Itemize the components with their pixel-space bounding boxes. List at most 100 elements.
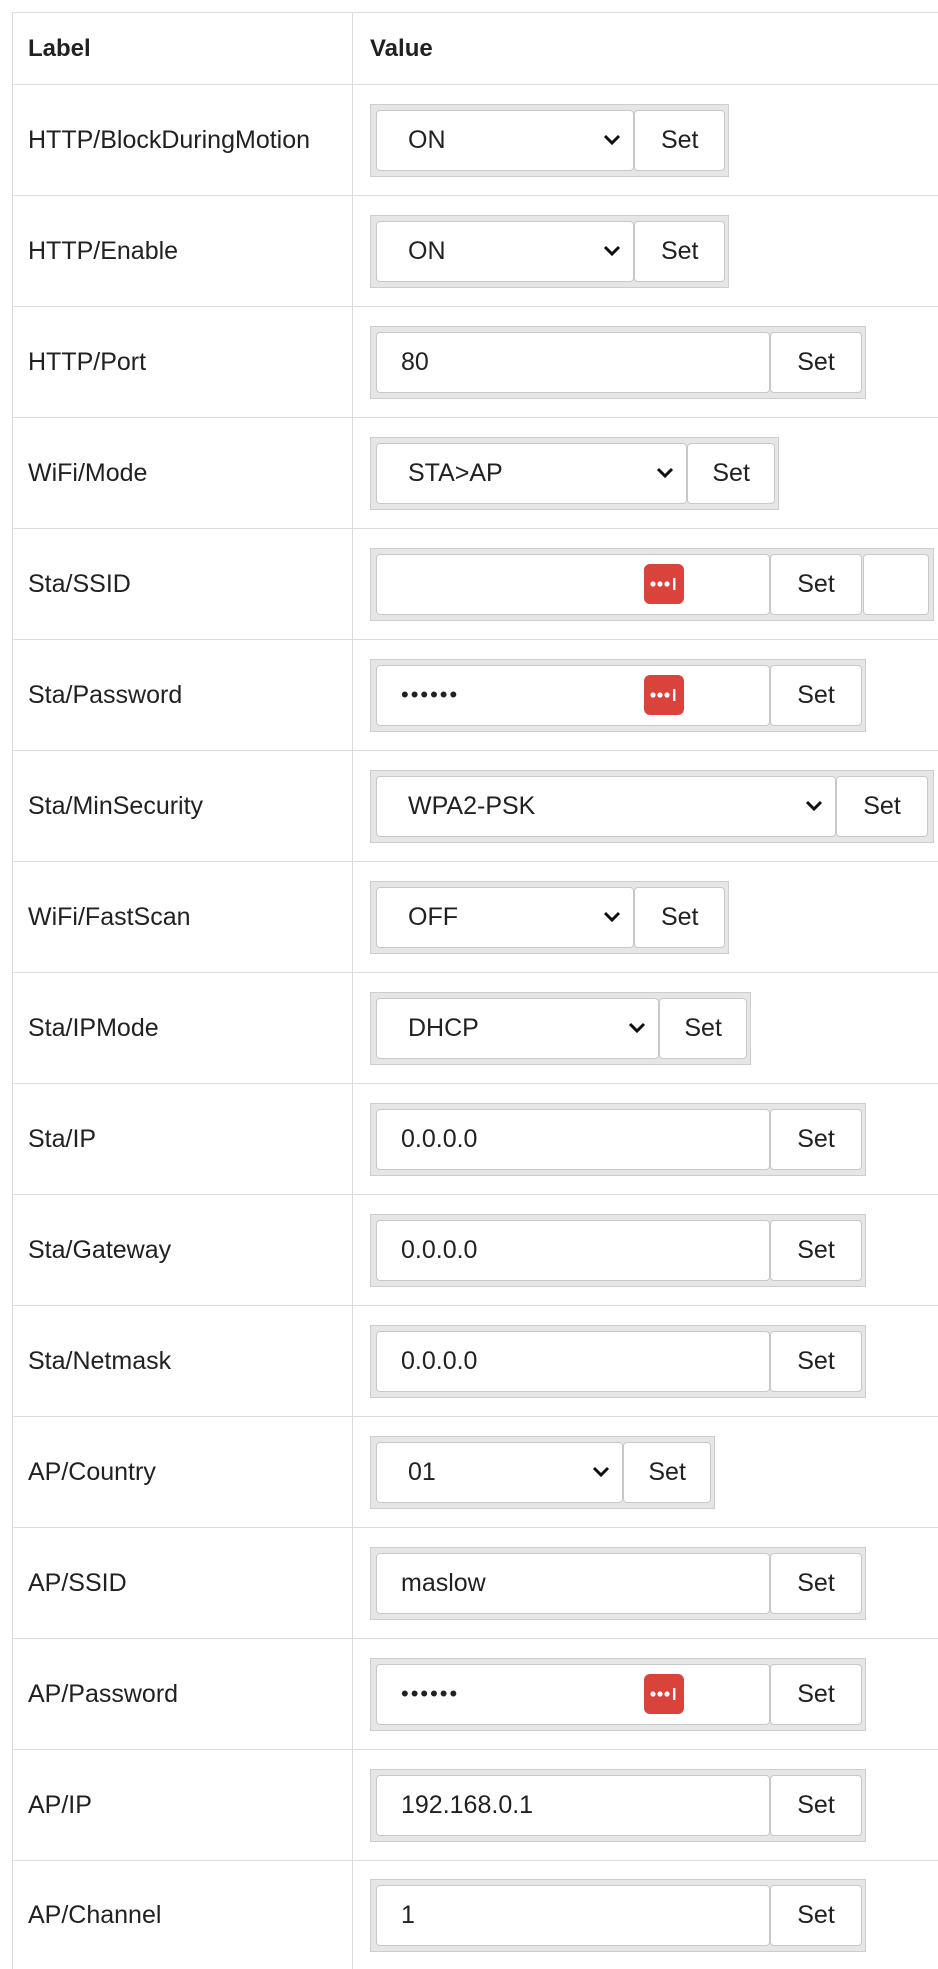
- set-button[interactable]: Set: [770, 1330, 862, 1392]
- chevron-down-icon: [590, 1461, 612, 1483]
- setting-select[interactable]: DHCP: [376, 997, 660, 1059]
- setting-password[interactable]: ••••••: [376, 1663, 770, 1725]
- table-row: AP/SSID maslow Set: [13, 1528, 938, 1639]
- input-value: 80: [401, 347, 429, 376]
- setting-control-group: •••••• Set: [370, 658, 866, 732]
- input-value: 1: [401, 1900, 415, 1929]
- table-row: Sta/Password •••••• Set: [13, 640, 938, 751]
- table-row: AP/Channel 1 Set: [13, 1861, 938, 1969]
- setting-label: Sta/IPMode: [13, 973, 353, 1083]
- set-button[interactable]: Set: [770, 1663, 862, 1725]
- table-row: HTTP/BlockDuringMotion ON Set: [13, 85, 938, 196]
- password-manager-icon[interactable]: [644, 675, 684, 715]
- select-value: STA>AP: [408, 458, 503, 487]
- setting-control-group: ON Set: [370, 214, 729, 288]
- setting-control-group: 01 Set: [370, 1435, 715, 1509]
- setting-label: HTTP/Port: [13, 307, 353, 417]
- setting-label: AP/SSID: [13, 1528, 353, 1638]
- set-button[interactable]: Set: [836, 775, 928, 837]
- setting-control-group: 80 Set: [370, 325, 866, 399]
- setting-label: AP/Country: [13, 1417, 353, 1527]
- setting-label: WiFi/FastScan: [13, 862, 353, 972]
- setting-control-group: 0.0.0.0 Set: [370, 1324, 866, 1398]
- set-button[interactable]: Set: [634, 886, 725, 948]
- table-row: WiFi/FastScan OFF Set: [13, 862, 938, 973]
- password-manager-icon[interactable]: [644, 564, 684, 604]
- setting-input[interactable]: 0.0.0.0: [376, 1219, 770, 1281]
- setting-control-group: 1 Set: [370, 1878, 866, 1952]
- setting-password[interactable]: ••••••: [376, 664, 770, 726]
- setting-label: WiFi/Mode: [13, 418, 353, 528]
- set-button[interactable]: Set: [659, 997, 747, 1059]
- select-value: WPA2-PSK: [408, 791, 536, 820]
- setting-control-group: WPA2-PSK Set: [370, 769, 934, 843]
- chevron-down-icon: [601, 906, 623, 928]
- table-row: Sta/IP 0.0.0.0 Set: [13, 1084, 938, 1195]
- setting-control-group: OFF Set: [370, 880, 729, 954]
- input-value: maslow: [401, 1568, 486, 1597]
- setting-control-group: 0.0.0.0 Set: [370, 1102, 866, 1176]
- setting-label: AP/Password: [13, 1639, 353, 1749]
- table-row: Sta/MinSecurity WPA2-PSK Set: [13, 751, 938, 862]
- set-button[interactable]: Set: [770, 664, 862, 726]
- set-button[interactable]: Set: [770, 1552, 862, 1614]
- table-header: Label Value: [13, 13, 938, 85]
- set-button[interactable]: Set: [770, 1219, 862, 1281]
- setting-label: HTTP/Enable: [13, 196, 353, 306]
- table-row: Sta/Netmask 0.0.0.0 Set: [13, 1306, 938, 1417]
- setting-input[interactable]: 80: [376, 331, 770, 393]
- setting-input[interactable]: maslow: [376, 1552, 770, 1614]
- table-row: AP/Country 01 Set: [13, 1417, 938, 1528]
- select-value: 01: [408, 1457, 436, 1486]
- input-value: 0.0.0.0: [401, 1346, 478, 1375]
- set-button[interactable]: Set: [770, 1884, 862, 1946]
- table-row: AP/IP 192.168.0.1 Set: [13, 1750, 938, 1861]
- setting-select[interactable]: 01: [376, 1441, 624, 1503]
- table-row: Sta/Gateway 0.0.0.0 Set: [13, 1195, 938, 1306]
- setting-control-group: •••••• Set: [370, 1657, 866, 1731]
- setting-input[interactable]: 0.0.0.0: [376, 1108, 770, 1170]
- setting-label: Sta/Password: [13, 640, 353, 750]
- setting-select[interactable]: STA>AP: [376, 442, 688, 504]
- setting-label: HTTP/BlockDuringMotion: [13, 85, 353, 195]
- setting-control-group: 192.168.0.1 Set: [370, 1768, 866, 1842]
- select-value: ON: [408, 236, 446, 265]
- set-button[interactable]: Set: [634, 109, 725, 171]
- setting-select[interactable]: OFF: [376, 886, 635, 948]
- set-button[interactable]: Set: [770, 1108, 862, 1170]
- setting-select[interactable]: WPA2-PSK: [376, 775, 836, 837]
- chevron-down-icon: [626, 1017, 648, 1039]
- set-button[interactable]: Set: [623, 1441, 711, 1503]
- setting-input[interactable]: 0.0.0.0: [376, 1330, 770, 1392]
- setting-control-group: DHCP Set: [370, 991, 751, 1065]
- set-button[interactable]: Set: [770, 1774, 862, 1836]
- set-button[interactable]: Set: [770, 331, 862, 393]
- setting-select[interactable]: ON: [376, 109, 635, 171]
- input-value: 192.168.0.1: [401, 1790, 534, 1819]
- setting-label: Sta/IP: [13, 1084, 353, 1194]
- extra-button[interactable]: [863, 553, 929, 615]
- setting-select[interactable]: ON: [376, 220, 635, 282]
- select-value: OFF: [408, 902, 458, 931]
- settings-table: Label Value HTTP/BlockDuringMotion ON Se…: [12, 12, 938, 1969]
- setting-input[interactable]: [376, 553, 770, 615]
- setting-control-group: Set: [370, 547, 934, 621]
- set-button[interactable]: Set: [634, 220, 725, 282]
- table-row: Sta/IPMode DHCP Set: [13, 973, 938, 1084]
- chevron-down-icon: [601, 240, 623, 262]
- password-value: ••••••: [401, 1681, 460, 1706]
- header-value: Value: [370, 34, 433, 62]
- set-button[interactable]: Set: [770, 553, 862, 615]
- setting-input[interactable]: 1: [376, 1884, 770, 1946]
- table-row: HTTP/Port 80 Set: [13, 307, 938, 418]
- table-row: WiFi/Mode STA>AP Set: [13, 418, 938, 529]
- password-manager-icon[interactable]: [644, 1674, 684, 1714]
- setting-label: Sta/MinSecurity: [13, 751, 353, 861]
- select-value: DHCP: [408, 1013, 479, 1042]
- set-button[interactable]: Set: [687, 442, 775, 504]
- password-value: ••••••: [401, 682, 460, 707]
- select-value: ON: [408, 125, 446, 154]
- setting-input[interactable]: 192.168.0.1: [376, 1774, 770, 1836]
- setting-label: AP/IP: [13, 1750, 353, 1860]
- header-label: Label: [13, 13, 353, 84]
